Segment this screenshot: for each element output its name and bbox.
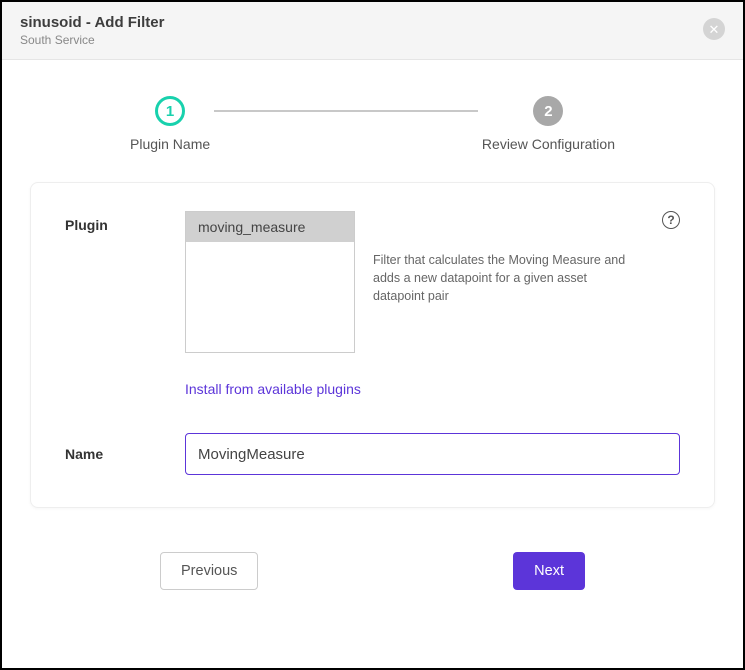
next-button[interactable]: Next [513,552,585,590]
previous-button[interactable]: Previous [160,552,258,590]
dialog-body: 1 Plugin Name 2 Review Configuration Plu… [2,60,743,668]
name-field-label: Name [65,446,185,462]
step-1-number: 1 [155,96,185,126]
dialog-window: sinusoid - Add Filter South Service ✕ 1 … [0,0,745,670]
name-row: Name [65,433,680,475]
step-2-label: Review Configuration [482,136,615,152]
plugin-field-label: Plugin [65,211,185,233]
dialog-subtitle: South Service [20,33,164,47]
plugin-listbox[interactable]: moving_measure [185,211,355,353]
plugin-row: Plugin moving_measure ? Filter that calc… [65,211,680,353]
header-titles: sinusoid - Add Filter South Service [20,14,164,47]
plugin-area: moving_measure ? Filter that calculates … [185,211,680,353]
step-2-number: 2 [533,96,563,126]
install-plugins-link[interactable]: Install from available plugins [185,381,361,397]
step-plugin-name[interactable]: 1 Plugin Name [130,96,210,152]
step-review-configuration[interactable]: 2 Review Configuration [482,96,615,152]
step-connector [214,110,478,112]
close-icon: ✕ [709,23,720,36]
plugin-description-column: ? Filter that calculates the Moving Meas… [373,211,680,305]
plugin-description: Filter that calculates the Moving Measur… [373,251,633,305]
form-card: Plugin moving_measure ? Filter that calc… [30,182,715,508]
dialog-title: sinusoid - Add Filter [20,14,164,31]
plugin-option-moving-measure[interactable]: moving_measure [186,212,354,242]
name-input[interactable] [185,433,680,475]
stepper: 1 Plugin Name 2 Review Configuration [130,96,615,152]
help-icon[interactable]: ? [662,211,680,229]
help-icon-glyph: ? [667,213,674,227]
step-1-label: Plugin Name [130,136,210,152]
dialog-footer: Previous Next [160,552,585,590]
close-button[interactable]: ✕ [703,18,725,40]
help-row: ? [373,211,680,229]
dialog-header: sinusoid - Add Filter South Service ✕ [2,2,743,60]
